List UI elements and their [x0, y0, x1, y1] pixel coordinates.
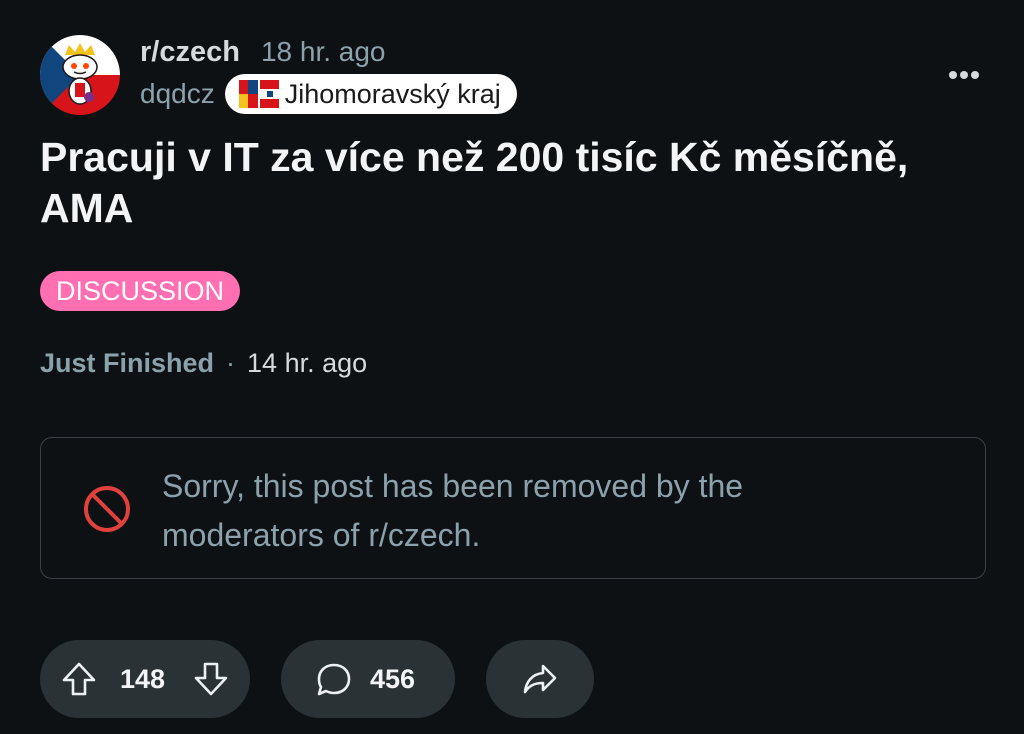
- comment-bubble-icon: [317, 663, 351, 696]
- share-button[interactable]: [486, 640, 594, 718]
- edit-time: 14 hr. ago: [247, 348, 368, 378]
- snoo-avatar-icon: [40, 35, 120, 115]
- region-flag-icon: [238, 80, 279, 108]
- downvote-arrow-icon[interactable]: [192, 660, 230, 698]
- author-username[interactable]: dqdcz: [140, 78, 215, 110]
- subreddit-name[interactable]: r/czech: [140, 36, 240, 69]
- post-time: 18 hr. ago: [260, 36, 386, 67]
- post-meta-top: r/czech 18 hr. ago: [140, 36, 386, 69]
- upvote-arrow-icon[interactable]: [60, 660, 98, 698]
- post-meta-bottom: dqdcz Jihomoravský kraj: [140, 74, 517, 114]
- more-options-button[interactable]: [944, 60, 984, 90]
- share-arrow-icon: [523, 664, 557, 694]
- post-detail: r/czech 18 hr. ago dqdcz Jihomoravský kr…: [0, 0, 1024, 734]
- user-flair: Jihomoravský kraj: [224, 74, 517, 114]
- prohibited-icon: [84, 486, 130, 532]
- comment-count: 456: [370, 663, 416, 694]
- vote-bar: 148: [40, 640, 250, 718]
- separator-dot: ·: [226, 348, 236, 378]
- vote-score: 148: [120, 663, 166, 694]
- subreddit-avatar[interactable]: [40, 35, 120, 115]
- user-flair-text: Jihomoravský kraj: [284, 78, 501, 109]
- post-flair-tag[interactable]: DISCUSSION: [40, 271, 241, 311]
- post-title: Pracuji v IT za více než 200 tisíc Kč mě…: [40, 134, 909, 231]
- removed-message: Sorry, this post has been removed by the…: [162, 468, 744, 553]
- comments-button[interactable]: 456: [281, 640, 455, 718]
- more-options-icon: [949, 71, 979, 79]
- removed-notice: Sorry, this post has been removed by the…: [40, 437, 986, 579]
- edit-label: Just Finished: [40, 348, 215, 378]
- edit-status: Just Finished · 14 hr. ago: [40, 348, 367, 379]
